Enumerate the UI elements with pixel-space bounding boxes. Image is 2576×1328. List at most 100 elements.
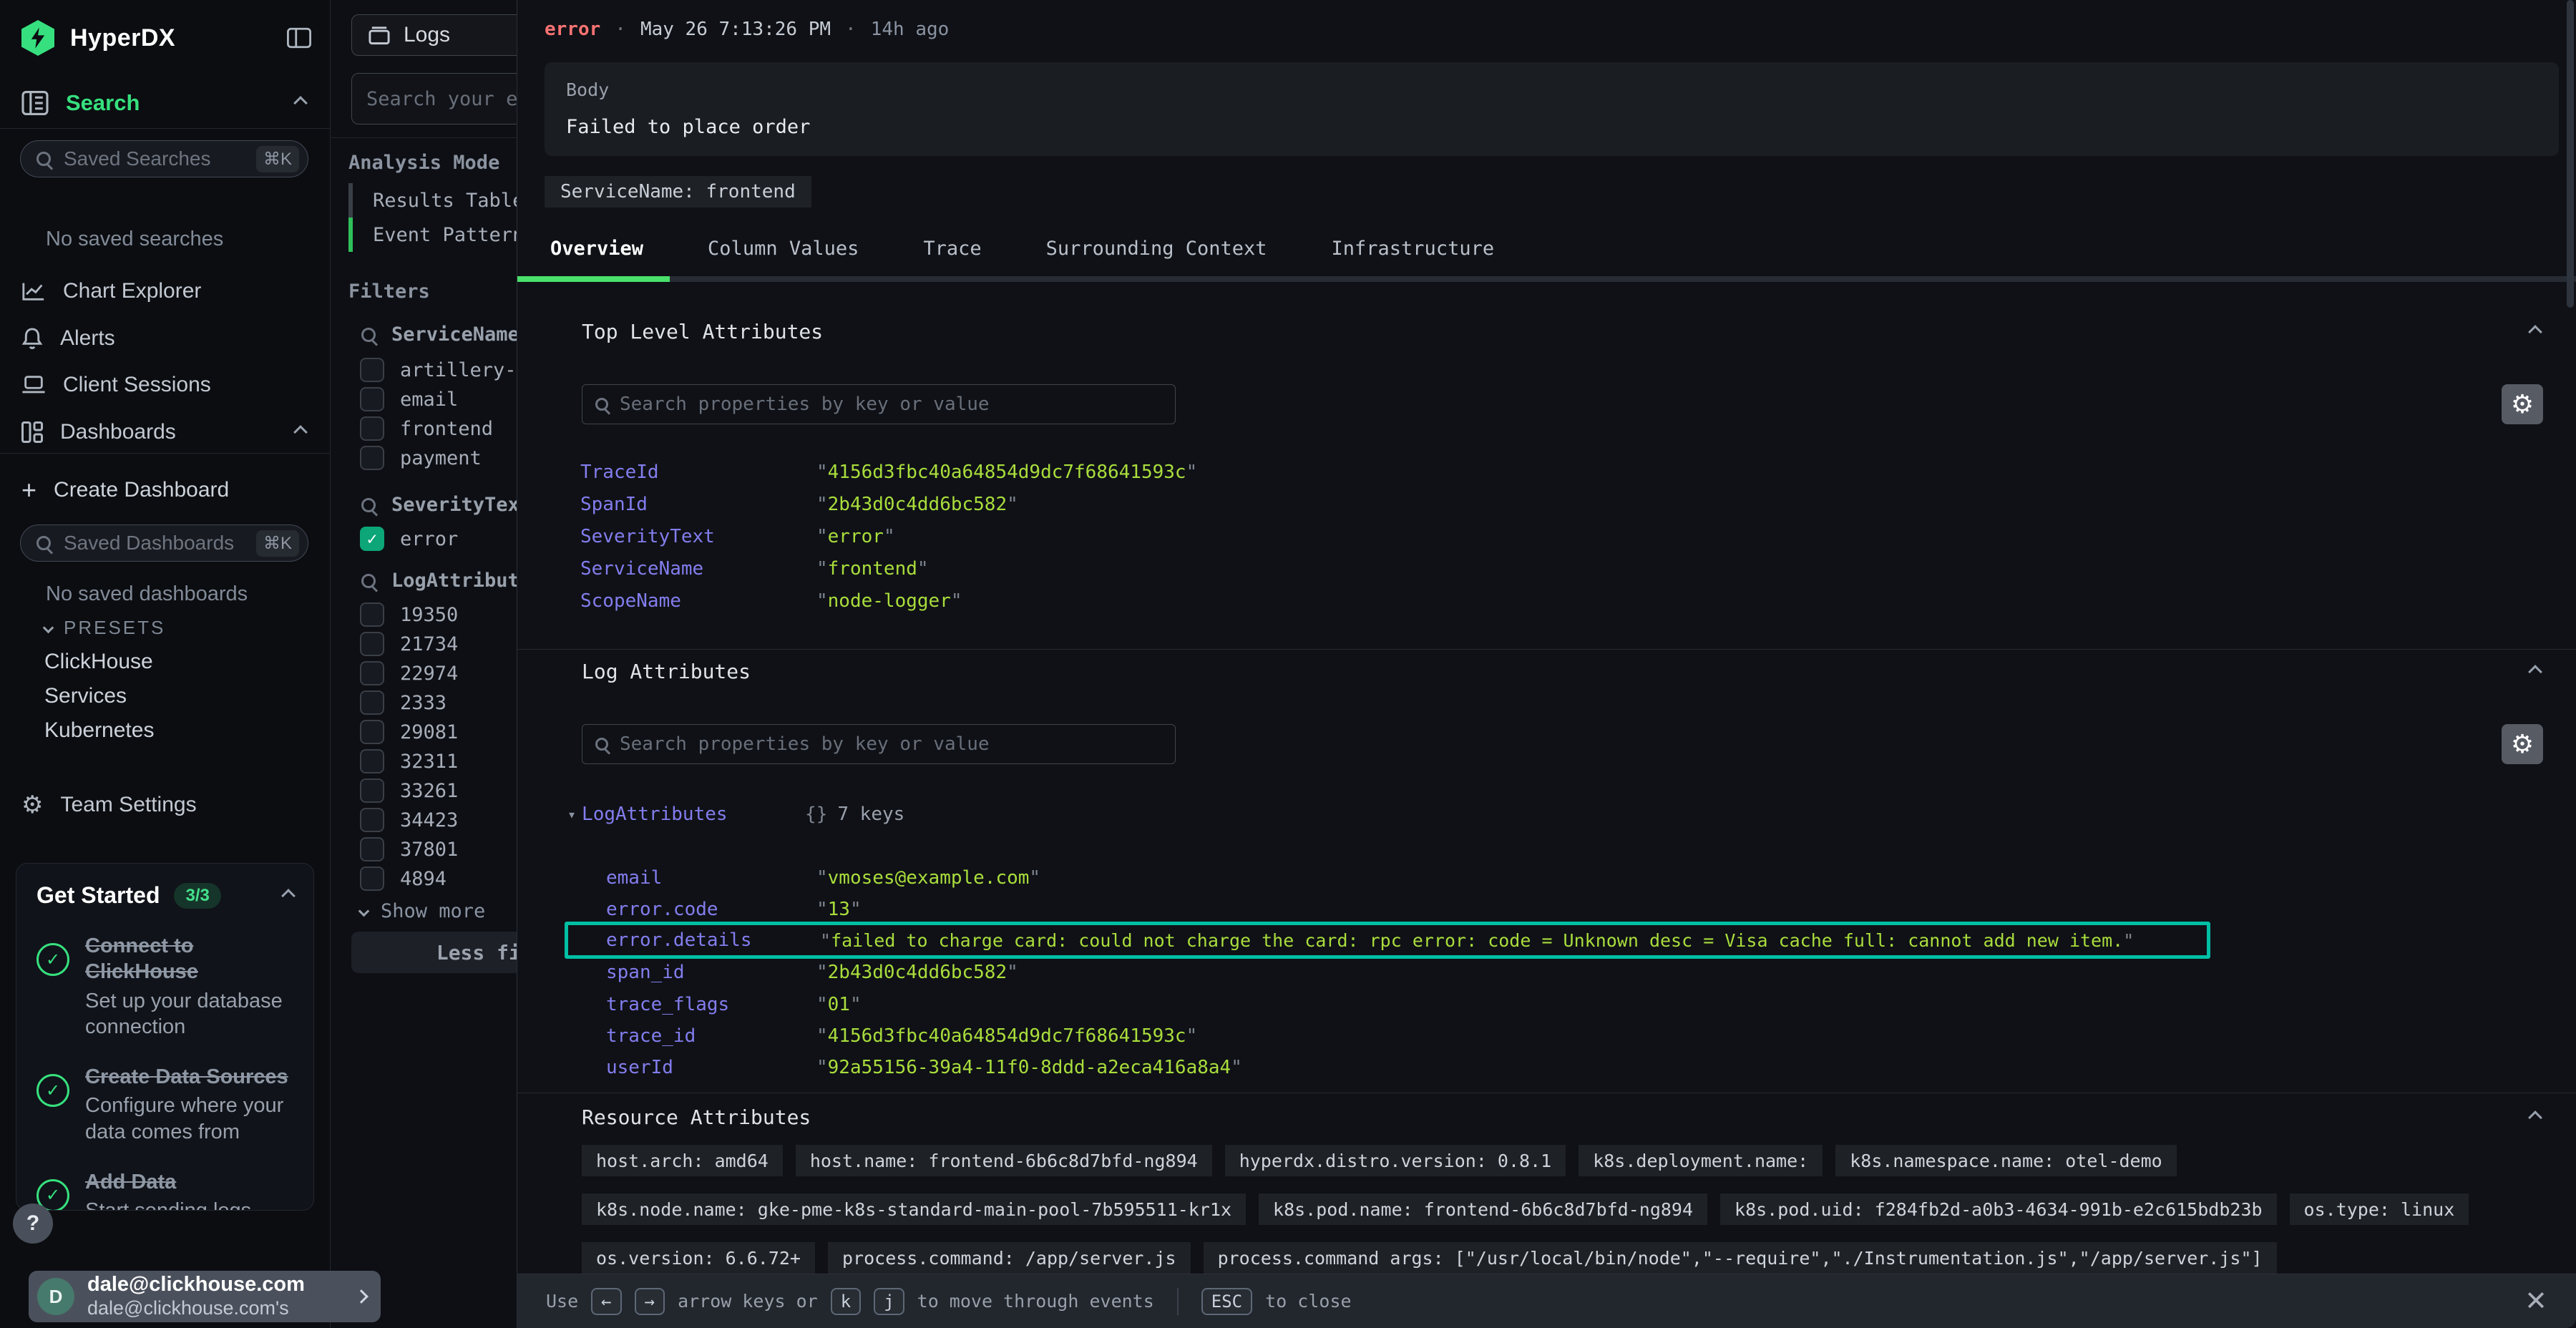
attribute-value[interactable]: "vmoses@example.com" bbox=[816, 867, 1040, 889]
resource-chip[interactable]: k8s.pod.uid: f284fb2d-a0b3-4634-991b-e2c… bbox=[1720, 1193, 2277, 1225]
service-chip[interactable]: ServiceName: frontend bbox=[545, 176, 811, 208]
saved-dashboards-input[interactable] bbox=[64, 532, 243, 555]
filter-option[interactable]: email bbox=[360, 387, 458, 411]
sidebar-item-client-sessions[interactable]: Client Sessions bbox=[0, 364, 330, 406]
top-level-search-box[interactable] bbox=[582, 384, 1176, 424]
attribute-key[interactable]: error.code bbox=[580, 899, 816, 920]
top-level-search-input[interactable] bbox=[620, 394, 1162, 415]
attribute-value[interactable]: "node-logger" bbox=[816, 590, 962, 612]
filter-option[interactable]: 22974 bbox=[360, 661, 458, 685]
filter-option[interactable]: 37801 bbox=[360, 837, 458, 861]
attribute-value[interactable]: "13" bbox=[816, 899, 862, 920]
close-icon[interactable]: ✕ bbox=[2524, 1288, 2547, 1315]
top-level-settings-button[interactable]: ⚙ bbox=[2502, 384, 2543, 424]
attribute-value[interactable]: "error" bbox=[816, 526, 895, 547]
chevron-up-icon[interactable] bbox=[2528, 325, 2542, 339]
resource-chip[interactable]: k8s.pod.name: frontend-6b6c8d7bfd-ng894 bbox=[1259, 1193, 1707, 1225]
filter-group-severitytext[interactable]: SeverityText bbox=[361, 494, 531, 516]
filter-option[interactable]: payment bbox=[360, 446, 482, 470]
resource-chip[interactable]: process.command args: ["/usr/local/bin/n… bbox=[1204, 1242, 2277, 1274]
sidebar-item-chart-explorer[interactable]: Chart Explorer bbox=[0, 270, 330, 312]
tab-trace[interactable]: Trace bbox=[923, 238, 981, 260]
checkbox[interactable] bbox=[360, 778, 384, 803]
filter-option[interactable]: 21734 bbox=[360, 632, 458, 656]
resource-chip[interactable]: os.type: linux bbox=[2290, 1193, 2469, 1225]
checkbox[interactable] bbox=[360, 416, 384, 441]
sidebar-item-alerts[interactable]: Alerts bbox=[0, 318, 330, 359]
log-attributes-search-box[interactable] bbox=[582, 724, 1176, 764]
checkbox[interactable] bbox=[360, 720, 384, 744]
resource-chip[interactable]: os.version: 6.6.72+ bbox=[582, 1242, 815, 1274]
resource-chip[interactable]: k8s.deployment.name: bbox=[1579, 1145, 1823, 1176]
attribute-value[interactable]: "failed to charge card: could not charge… bbox=[820, 930, 2134, 951]
filter-group-servicename[interactable]: ServiceName bbox=[361, 323, 519, 346]
checkbox[interactable] bbox=[360, 866, 384, 891]
tab-column-values[interactable]: Column Values bbox=[708, 238, 859, 260]
checkbox[interactable] bbox=[360, 808, 384, 832]
attribute-key[interactable]: span_id bbox=[580, 962, 816, 983]
attribute-key[interactable]: ServiceName bbox=[580, 558, 816, 580]
checkbox[interactable] bbox=[360, 602, 384, 627]
log-attributes-search-input[interactable] bbox=[620, 733, 1162, 755]
checkbox[interactable] bbox=[360, 632, 384, 656]
collapse-sidebar-icon[interactable] bbox=[287, 27, 311, 49]
chevron-up-icon[interactable] bbox=[2528, 665, 2542, 679]
attribute-value[interactable]: "2b43d0c4dd6bc582" bbox=[816, 962, 1018, 983]
filter-option[interactable]: 29081 bbox=[360, 720, 458, 744]
attribute-key[interactable]: TraceId bbox=[580, 462, 816, 483]
filter-option[interactable]: 32311 bbox=[360, 749, 458, 773]
help-button[interactable]: ? bbox=[13, 1204, 53, 1244]
checkbox-checked[interactable]: ✓ bbox=[360, 527, 384, 551]
attribute-value[interactable]: "4156d3fbc40a64854d9dc7f68641593c" bbox=[816, 1025, 1197, 1047]
resource-chip[interactable]: process.command: /app/server.js bbox=[828, 1242, 1191, 1274]
checkbox[interactable] bbox=[360, 837, 384, 861]
filter-option[interactable]: ✓error bbox=[360, 527, 458, 551]
attribute-key[interactable]: SpanId bbox=[580, 494, 816, 515]
filter-option[interactable]: 4894 bbox=[360, 866, 447, 891]
preset-kubernetes[interactable]: Kubernetes bbox=[44, 718, 154, 743]
attribute-key[interactable]: trace_flags bbox=[580, 994, 816, 1015]
sidebar-item-search[interactable]: Search bbox=[0, 77, 330, 129]
filter-option[interactable]: 2333 bbox=[360, 690, 447, 715]
checkbox[interactable] bbox=[360, 446, 384, 470]
attribute-value[interactable]: "frontend" bbox=[816, 558, 929, 580]
presets-toggle[interactable]: PRESETS bbox=[44, 617, 165, 639]
attribute-key[interactable]: SeverityText bbox=[580, 526, 816, 547]
tab-surrounding-context[interactable]: Surrounding Context bbox=[1046, 238, 1267, 260]
saved-searches-search[interactable]: ⌘K bbox=[20, 140, 308, 177]
attribute-value[interactable]: "4156d3fbc40a64854d9dc7f68641593c" bbox=[816, 462, 1197, 483]
checkbox[interactable] bbox=[360, 690, 384, 715]
filter-option[interactable]: 33261 bbox=[360, 778, 458, 803]
checkbox[interactable] bbox=[360, 387, 384, 411]
saved-dashboards-search[interactable]: ⌘K bbox=[20, 524, 308, 562]
sidebar-item-team-settings[interactable]: ⚙ Team Settings bbox=[0, 784, 330, 826]
checkbox[interactable] bbox=[360, 749, 384, 773]
log-attributes-settings-button[interactable]: ⚙ bbox=[2502, 724, 2543, 764]
show-more-button[interactable]: Show more bbox=[360, 900, 485, 922]
sidebar-item-dashboards[interactable]: Dashboards bbox=[0, 411, 330, 454]
filter-option[interactable]: frontend bbox=[360, 416, 493, 441]
attribute-key[interactable]: ScopeName bbox=[580, 590, 816, 612]
chevron-up-icon[interactable] bbox=[2528, 1110, 2542, 1125]
attribute-value[interactable]: "92a55156-39a4-11f0-8ddd-a2eca416a8a4" bbox=[816, 1057, 1242, 1078]
tab-infrastructure[interactable]: Infrastructure bbox=[1332, 238, 1495, 260]
resource-chip[interactable]: k8s.namespace.name: otel-demo bbox=[1835, 1145, 2177, 1176]
filter-group-logattributes[interactable]: LogAttributes bbox=[361, 570, 542, 592]
attribute-value[interactable]: "01" bbox=[816, 994, 862, 1015]
attribute-key[interactable]: error.details bbox=[580, 929, 820, 951]
chevron-up-icon[interactable] bbox=[281, 889, 296, 903]
filter-option[interactable]: 34423 bbox=[360, 808, 458, 832]
resource-chip[interactable]: host.arch: amd64 bbox=[582, 1145, 783, 1176]
preset-clickhouse[interactable]: ClickHouse bbox=[44, 650, 153, 674]
attribute-key[interactable]: trace_id bbox=[580, 1025, 816, 1047]
attribute-value[interactable]: "2b43d0c4dd6bc582" bbox=[816, 494, 1018, 515]
user-account-button[interactable]: D dale@clickhouse.com dale@clickhouse.co… bbox=[29, 1271, 381, 1322]
attribute-key[interactable]: LogAttributes bbox=[582, 804, 805, 825]
attribute-tree-root[interactable]: ▾ LogAttributes {} 7 keys bbox=[567, 798, 2547, 830]
attribute-key[interactable]: userId bbox=[580, 1057, 816, 1078]
preset-services[interactable]: Services bbox=[44, 684, 127, 708]
checkbox[interactable] bbox=[360, 661, 384, 685]
saved-searches-input[interactable] bbox=[64, 147, 243, 170]
resource-chip[interactable]: k8s.node.name: gke-pme-k8s-standard-main… bbox=[582, 1193, 1246, 1225]
create-dashboard-button[interactable]: + Create Dashboard bbox=[0, 469, 330, 511]
